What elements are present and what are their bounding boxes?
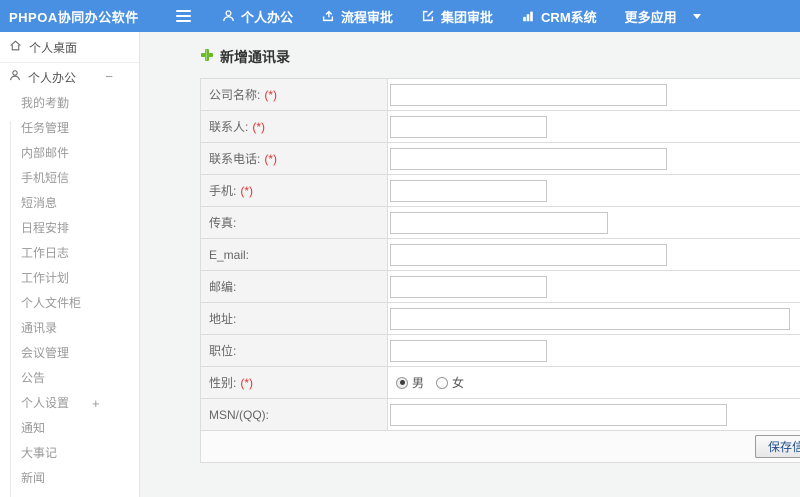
required-mark: (*) bbox=[264, 88, 278, 102]
sidebar-group-personal-office[interactable]: 个人办公 − bbox=[0, 63, 139, 91]
gender-radio-group: 男 女 bbox=[390, 374, 800, 391]
add-plus-icon bbox=[200, 48, 214, 67]
required-mark: (*) bbox=[264, 152, 278, 166]
form-label-cell: 公司名称: (*) bbox=[200, 78, 388, 111]
sidebar-item-file-cabinet[interactable]: 个人文件柜 bbox=[0, 291, 139, 316]
table-row: 职位: bbox=[200, 334, 800, 367]
table-row: E_mail: bbox=[200, 238, 800, 271]
required-mark: (*) bbox=[240, 184, 254, 198]
table-row: MSN/(QQ): bbox=[200, 398, 800, 431]
sidebar-item-sms[interactable]: 手机短信 bbox=[0, 166, 139, 191]
table-row: 传真: bbox=[200, 206, 800, 239]
radio-icon bbox=[396, 376, 408, 389]
sidebar-item-work-log[interactable]: 工作日志 bbox=[0, 241, 139, 266]
topmenu-label: 更多应用 bbox=[624, 9, 677, 25]
form-label-cell: 手机: (*) bbox=[200, 174, 388, 207]
address-input[interactable] bbox=[390, 307, 790, 330]
sidebar-item-work-plan[interactable]: 工作计划 bbox=[0, 266, 139, 291]
table-row: 公司名称: (*) bbox=[200, 78, 800, 111]
msn-qq-input[interactable] bbox=[390, 403, 727, 426]
topmenu-label: 个人办公 bbox=[241, 9, 294, 25]
main-content: 新增通讯录 公司名称: (*) 联系人: (*) 联系电话: (*) 手机: (*) 传… bbox=[140, 32, 800, 497]
company-name-input[interactable] bbox=[390, 83, 667, 106]
approval-flow-icon bbox=[321, 9, 335, 23]
contact-person-input[interactable] bbox=[390, 115, 547, 138]
contact-form-table: 公司名称: (*) 联系人: (*) 联系电话: (*) 手机: (*) 传真: E_m… bbox=[200, 78, 800, 463]
table-row: 邮编: bbox=[200, 270, 800, 303]
menu-collapse-button[interactable] bbox=[176, 0, 196, 32]
form-label-cell: 职位: bbox=[200, 334, 388, 367]
form-label-cell: MSN/(QQ): bbox=[200, 398, 388, 431]
save-button[interactable]: 保存信息 bbox=[754, 435, 800, 458]
email-input[interactable] bbox=[390, 243, 667, 266]
table-row: 联系人: (*) bbox=[200, 110, 800, 143]
sidebar-item-schedule[interactable]: 日程安排 bbox=[0, 216, 139, 241]
topmenu-label: 流程审批 bbox=[341, 9, 394, 25]
sidebar-item-attendance[interactable]: 我的考勤 bbox=[0, 91, 139, 116]
sidebar-item-notifications[interactable]: 通知 bbox=[0, 416, 139, 441]
app-logo: PHPOA协同办公软件 bbox=[9, 9, 139, 25]
expand-plus-icon[interactable]: + bbox=[92, 391, 100, 416]
app-window: PHPOA协同办公软件 个人办公 流程审批 集团审批 CRM系统 更多应用 个人… bbox=[0, 0, 800, 497]
gender-radio-male[interactable]: 男 bbox=[396, 374, 424, 391]
topmenu-personal-office[interactable]: 个人办公 bbox=[208, 0, 307, 32]
sidebar: 个人桌面 个人办公 − 我的考勤 任务管理 内部邮件 手机短信 短消息 日程安排… bbox=[0, 32, 140, 497]
top-navbar: PHPOA协同办公软件 个人办公 流程审批 集团审批 CRM系统 更多应用 bbox=[0, 0, 800, 32]
topmenu-group-approval[interactable]: 集团审批 bbox=[407, 0, 507, 32]
topmenu-label: 集团审批 bbox=[441, 9, 494, 25]
sidebar-submenu: 我的考勤 任务管理 内部邮件 手机短信 短消息 日程安排 工作日志 工作计划 个… bbox=[0, 91, 139, 491]
sidebar-item-short-message[interactable]: 短消息 bbox=[0, 191, 139, 216]
sidebar-item-meetings[interactable]: 会议管理 bbox=[0, 341, 139, 366]
person-icon bbox=[222, 9, 235, 23]
sidebar-item-announcements[interactable]: 公告 bbox=[0, 366, 139, 391]
sidebar-group-label: 个人办公 bbox=[28, 70, 77, 85]
mobile-input[interactable] bbox=[390, 179, 547, 202]
topmenu-more-apps[interactable]: 更多应用 bbox=[611, 0, 715, 32]
table-row: 性别: (*) 男 女 bbox=[200, 366, 800, 399]
form-label-cell: 地址: bbox=[200, 302, 388, 335]
bar-chart-icon bbox=[521, 9, 535, 23]
fax-input[interactable] bbox=[390, 211, 608, 234]
form-label-cell: 传真: bbox=[200, 206, 388, 239]
sidebar-item-news[interactable]: 新闻 bbox=[0, 466, 139, 491]
form-label-cell: 邮编: bbox=[200, 270, 388, 303]
top-menu: 个人办公 流程审批 集团审批 CRM系统 更多应用 bbox=[208, 0, 715, 32]
form-submit-row: 保存信息 bbox=[200, 430, 800, 463]
sidebar-item-personal-settings[interactable]: 个人设置 + bbox=[0, 391, 139, 416]
table-row: 手机: (*) bbox=[200, 174, 800, 207]
radio-icon bbox=[436, 376, 449, 389]
person-icon bbox=[9, 69, 21, 85]
sidebar-item-contacts[interactable]: 通讯录 bbox=[0, 316, 139, 341]
sidebar-item-memorabilia[interactable]: 大事记 bbox=[0, 441, 139, 466]
required-mark: (*) bbox=[240, 376, 254, 390]
table-row: 联系电话: (*) bbox=[200, 142, 800, 175]
topmenu-workflow-approval[interactable]: 流程审批 bbox=[307, 0, 407, 32]
page-title-text: 新增通讯录 bbox=[220, 49, 290, 65]
page-title: 新增通讯录 bbox=[200, 47, 800, 67]
home-icon bbox=[9, 39, 22, 55]
required-mark: (*) bbox=[252, 120, 266, 134]
topmenu-crm-system[interactable]: CRM系统 bbox=[507, 0, 611, 32]
form-label-cell: 联系电话: (*) bbox=[200, 142, 388, 175]
form-label-cell: 性别: (*) bbox=[200, 366, 388, 399]
collapse-minus-icon[interactable]: − bbox=[105, 63, 113, 91]
edit-square-icon bbox=[421, 9, 435, 23]
position-input[interactable] bbox=[390, 339, 547, 362]
sidebar-item-desktop[interactable]: 个人桌面 bbox=[0, 32, 139, 63]
form-label-cell: 联系人: (*) bbox=[200, 110, 388, 143]
table-row: 地址: bbox=[200, 302, 800, 335]
sidebar-item-internal-mail[interactable]: 内部邮件 bbox=[0, 141, 139, 166]
phone-input[interactable] bbox=[390, 147, 667, 170]
caret-down-icon bbox=[692, 13, 701, 19]
topmenu-label: CRM系统 bbox=[541, 9, 597, 25]
sidebar-item-label: 个人桌面 bbox=[29, 40, 78, 55]
form-label-cell: E_mail: bbox=[200, 238, 388, 271]
gender-radio-female[interactable]: 女 bbox=[436, 374, 464, 391]
postcode-input[interactable] bbox=[390, 275, 547, 298]
sidebar-item-tasks[interactable]: 任务管理 bbox=[0, 116, 139, 141]
